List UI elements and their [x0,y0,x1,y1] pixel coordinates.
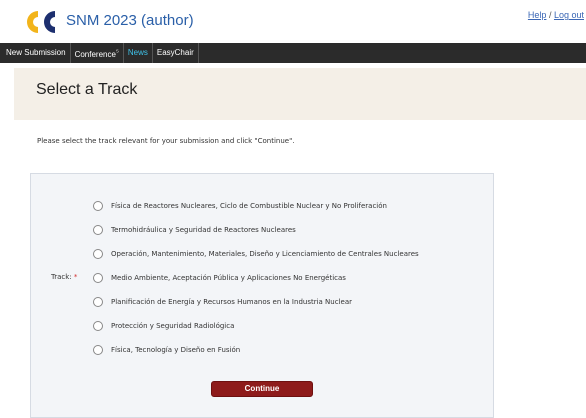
track-option-label: Operación, Mantenimiento, Materiales, Di… [111,250,419,258]
radio-button[interactable] [93,345,103,355]
track-option-label: Física de Reactores Nucleares, Ciclo de … [111,202,387,210]
menu-conference-label: Conference [74,50,116,59]
track-form-panel: Track: * Física de Reactores Nucleares, … [30,173,494,418]
menubar: New Submission Conference⁵ News EasyChai… [0,43,586,63]
track-option-label: Termohidráulica y Seguridad de Reactores… [111,226,296,234]
track-label: Track: * [51,273,77,281]
menu-news[interactable]: News [124,43,153,63]
radio-button[interactable] [93,225,103,235]
instructions-text: Please select the track relevant for you… [37,137,295,145]
track-option-7[interactable]: Física, Tecnología y Diseño en Fusión [93,345,240,355]
track-option-label: Medio Ambiente, Aceptación Pública y Apl… [111,274,346,282]
menu-new-submission[interactable]: New Submission [2,43,71,63]
track-option-1[interactable]: Física de Reactores Nucleares, Ciclo de … [93,201,387,211]
menu-conference[interactable]: Conference⁵ [71,43,124,63]
radio-button[interactable] [93,297,103,307]
required-marker: * [73,273,78,281]
track-option-4[interactable]: Medio Ambiente, Aceptación Pública y Apl… [93,273,346,283]
app-title: SNM 2023 (author) [66,12,194,29]
track-option-label: Física, Tecnología y Diseño en Fusión [111,346,241,354]
menu-conference-suffix: ⁵ [115,49,119,56]
track-option-3[interactable]: Operación, Mantenimiento, Materiales, Di… [93,249,419,259]
radio-button[interactable] [93,273,103,283]
title-band: Select a Track [14,68,586,120]
top-links: Help / Log out [528,10,584,20]
track-option-label: Protección y Seguridad Radiológica [111,322,235,330]
header: SNM 2023 (author) Help / Log out [0,0,586,42]
link-separator: / [548,10,552,20]
page-title: Select a Track [36,81,138,98]
radio-button[interactable] [93,201,103,211]
help-link[interactable]: Help [528,10,547,20]
track-option-5[interactable]: Planificación de Energía y Recursos Huma… [93,297,352,307]
radio-button[interactable] [93,321,103,331]
logout-link[interactable]: Log out [554,10,584,20]
track-option-label: Planificación de Energía y Recursos Huma… [111,298,352,306]
continue-button[interactable]: Continue [211,381,313,397]
radio-button[interactable] [93,249,103,259]
easychair-logo [27,11,55,33]
menu-easychair[interactable]: EasyChair [153,43,199,63]
track-label-text: Track: [51,273,72,281]
track-option-2[interactable]: Termohidráulica y Seguridad de Reactores… [93,225,296,235]
track-option-6[interactable]: Protección y Seguridad Radiológica [93,321,234,331]
